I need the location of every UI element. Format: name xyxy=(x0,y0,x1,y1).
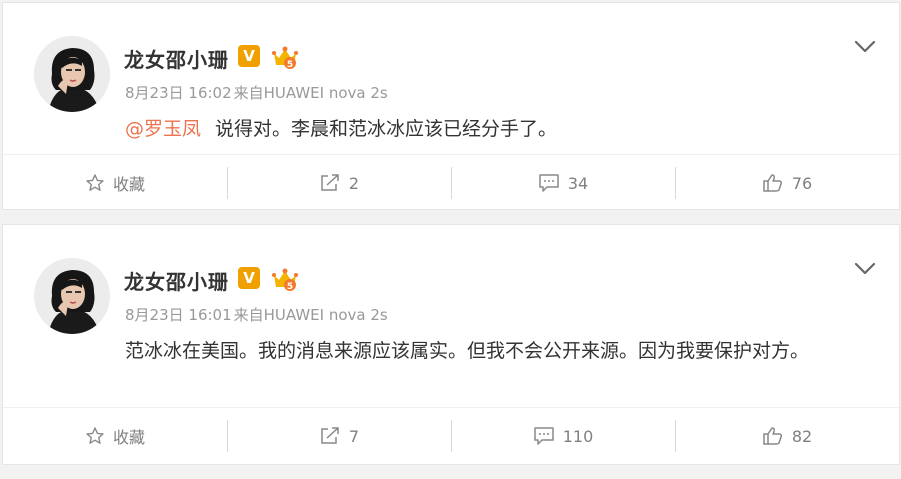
crown-level-icon: 5 xyxy=(272,268,298,292)
thumbs-up-icon xyxy=(763,174,782,192)
username[interactable]: 龙女邵小珊 xyxy=(124,266,229,295)
verified-badge: V xyxy=(238,267,260,289)
like-button[interactable]: 76 xyxy=(675,155,899,211)
like-count: 76 xyxy=(791,173,813,193)
repost-button[interactable]: 7 xyxy=(227,408,451,464)
comment-count: 110 xyxy=(562,426,594,446)
avatar[interactable] xyxy=(34,258,110,334)
repost-button[interactable]: 2 xyxy=(227,155,451,211)
repost-count: 2 xyxy=(348,173,360,193)
username[interactable]: 龙女邵小珊 xyxy=(124,44,229,73)
favorite-button[interactable]: 收藏 xyxy=(3,408,227,464)
chevron-down-icon[interactable] xyxy=(853,259,877,279)
favorite-label: 收藏 xyxy=(112,428,145,447)
post-text: @罗玉凤 说得对。李晨和范冰冰应该已经分手了。 xyxy=(125,114,855,144)
weibo-feed: 龙女邵小珊 V 5 8月23日 16:02 来自HUAWEI nova 2s @罗… xyxy=(0,0,901,479)
avatar[interactable] xyxy=(34,36,110,112)
post-source: 来自HUAWEI nova 2s xyxy=(233,306,388,324)
comment-button[interactable]: 34 xyxy=(451,155,675,211)
post-source: 来自HUAWEI nova 2s xyxy=(233,84,388,102)
post-card: 龙女邵小珊 V 5 8月23日 16:02 来自HUAWEI nova 2s @罗… xyxy=(2,2,900,210)
star-icon xyxy=(86,174,104,191)
post-meta: 8月23日 16:01 来自HUAWEI nova 2s xyxy=(125,304,388,325)
comment-button[interactable]: 110 xyxy=(451,408,675,464)
post-body: 范冰冰在美国。我的消息来源应该属实。但我不会公开来源。因为我要保护对方。 xyxy=(125,340,810,362)
mention-link[interactable]: @罗玉凤 xyxy=(125,118,201,140)
verified-badge: V xyxy=(238,45,260,67)
post-body: 说得对。李晨和范冰冰应该已经分手了。 xyxy=(215,118,558,140)
post-date[interactable]: 8月23日 16:02 xyxy=(125,84,232,102)
action-bar: 收藏 7 110 82 xyxy=(3,407,899,464)
comment-icon xyxy=(533,427,554,445)
action-bar: 收藏 2 34 76 xyxy=(3,154,899,211)
chevron-down-icon[interactable] xyxy=(853,37,877,57)
post-text: 范冰冰在美国。我的消息来源应该属实。但我不会公开来源。因为我要保护对方。 xyxy=(125,336,855,366)
favorite-label: 收藏 xyxy=(112,175,145,194)
post-date[interactable]: 8月23日 16:01 xyxy=(125,306,232,324)
share-icon xyxy=(321,427,339,444)
favorite-button[interactable]: 收藏 xyxy=(3,155,227,211)
like-count: 82 xyxy=(791,426,813,446)
repost-count: 7 xyxy=(348,426,360,446)
crown-level-icon: 5 xyxy=(272,46,298,70)
share-icon xyxy=(321,174,339,191)
post-card: 龙女邵小珊 V 5 8月23日 16:01 来自HUAWEI nova 2s 范冰… xyxy=(2,224,900,465)
like-button[interactable]: 82 xyxy=(675,408,899,464)
svg-text:5: 5 xyxy=(287,60,293,70)
comment-count: 34 xyxy=(567,173,589,193)
star-icon xyxy=(86,427,104,444)
comment-icon xyxy=(539,174,559,192)
svg-text:5: 5 xyxy=(287,282,293,292)
thumbs-up-icon xyxy=(763,427,782,445)
post-meta: 8月23日 16:02 来自HUAWEI nova 2s xyxy=(125,82,388,103)
